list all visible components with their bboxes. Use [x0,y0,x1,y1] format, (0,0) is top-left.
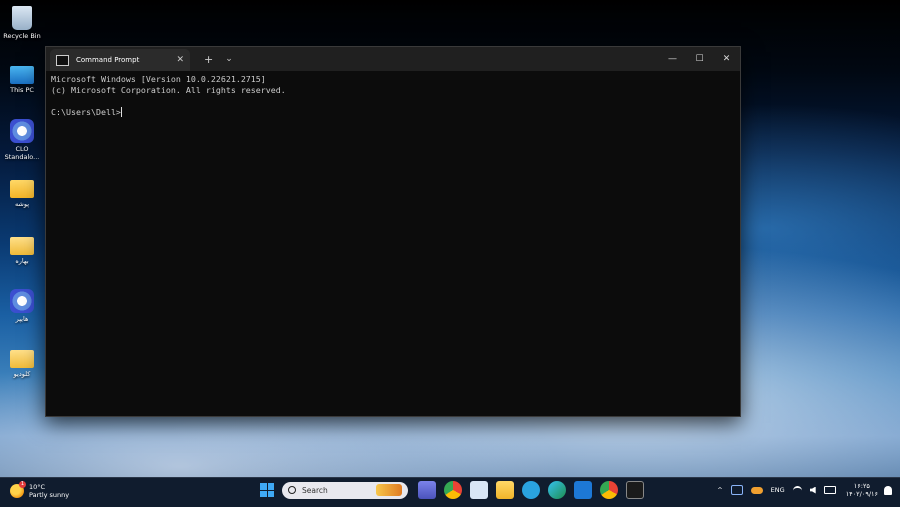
desktop-icon-folder-2[interactable]: بهاره [2,233,42,265]
console-output[interactable]: Microsoft Windows [Version 10.0.22621.27… [46,71,740,121]
language-indicator[interactable]: ENG [771,486,785,494]
chrome-badge-icon[interactable] [600,481,618,499]
terminal-window: Command Prompt ✕ + ⌄ — ☐ ✕ Microsoft Win… [45,46,741,417]
weather-temp: 10°C [29,483,46,491]
folder-icon [10,350,34,368]
folder-icon [10,180,34,198]
file-explorer-icon[interactable] [496,481,514,499]
desktop-icon-folder-1[interactable]: پوشه [2,176,42,208]
notification-bell-icon[interactable] [884,485,892,495]
desktop-icon-folder-3[interactable]: کلودیو [2,346,42,378]
weather-condition: Partly sunny [29,491,70,499]
volume-icon[interactable] [809,486,816,494]
battery-icon[interactable] [823,486,836,494]
clock-date: ۱۴۰۲/۰۹/۱۶ [845,490,878,498]
tab-command-prompt[interactable]: Command Prompt ✕ [50,49,190,71]
desktop-icon-label: Recycle Bin [3,32,41,40]
console-prompt: C:\Users\Dell> [51,107,121,117]
desktop-icon-label: کلودیو [13,370,31,378]
telegram-icon[interactable] [522,481,540,499]
search-placeholder: Search [302,485,328,495]
new-tab-button[interactable]: + [204,53,213,66]
tab-close-button[interactable]: ✕ [176,55,184,65]
maximize-button[interactable]: ☐ [686,47,713,71]
notification-badge: 1 [19,481,26,488]
desktop-icon-label: This PC [10,86,34,94]
desktop-icon-this-pc[interactable]: This PC [2,63,42,94]
recycle-bin-icon [12,6,32,30]
console-prompt-line: C:\Users\Dell> [51,107,735,118]
cloud-icon[interactable] [750,486,763,494]
partly-sunny-icon: 1 [10,481,26,498]
edge-icon[interactable] [548,481,566,499]
desktop-icon-label: CLO Standalo... [4,145,40,161]
teams-icon[interactable] [418,481,436,499]
desktop-icon-label: بهاره [15,257,29,265]
console-line: (c) Microsoft Corporation. All rights re… [51,85,286,95]
clock[interactable]: ۱۶:۲۵ ۱۴۰۲/۰۹/۱۶ [846,482,878,498]
folder-icon [10,237,34,255]
desktop-icon-label: پوشه [14,200,30,208]
terminal-icon[interactable] [626,481,644,499]
tab-title: Command Prompt [76,56,140,64]
title-bar[interactable]: Command Prompt ✕ + ⌄ — ☐ ✕ [46,47,740,71]
search-highlight-icon [376,484,402,496]
search-box[interactable]: Search [282,481,408,499]
desktop-icon-recycle-bin[interactable]: Recycle Bin [2,6,42,40]
system-tray: ^ ENG ۱۶:۲۵ ۱۴۰۲/۰۹/۱۶ [713,482,892,498]
sync-icon[interactable] [730,485,743,495]
clo-app-icon [10,119,34,143]
remote-icon[interactable] [574,481,592,499]
text-cursor [120,107,122,117]
weather-widget[interactable]: 1 10°C Partly sunny [10,481,70,499]
search-icon [288,486,296,494]
chrome-icon[interactable] [444,481,462,499]
chevron-up-icon[interactable]: ^ [717,486,722,494]
terminal-icon [56,54,69,66]
desktop-icon-clo[interactable]: CLO Standalo... [2,119,42,161]
console-line: Microsoft Windows [Version 10.0.22621.27… [51,74,266,84]
minimize-button[interactable]: — [659,47,686,71]
clock-time: ۱۶:۲۵ [853,482,870,490]
window-controls: — ☐ ✕ [659,47,740,71]
desktop-icon-label: هایپر [15,315,29,323]
tab-dropdown-button[interactable]: ⌄ [225,54,233,64]
windows-start-icon[interactable] [260,483,274,497]
close-button[interactable]: ✕ [713,47,740,71]
wifi-icon[interactable] [792,485,802,495]
taskbar: 1 10°C Partly sunny Search ^ ENG ۱۶:۲۵ ۱… [0,477,900,507]
taskbar-apps: Search [258,481,648,499]
clo-app-icon [10,289,34,313]
monitor-icon [10,66,34,84]
snipping-icon[interactable] [470,481,488,499]
desktop-icon-app-2[interactable]: هایپر [2,289,42,323]
